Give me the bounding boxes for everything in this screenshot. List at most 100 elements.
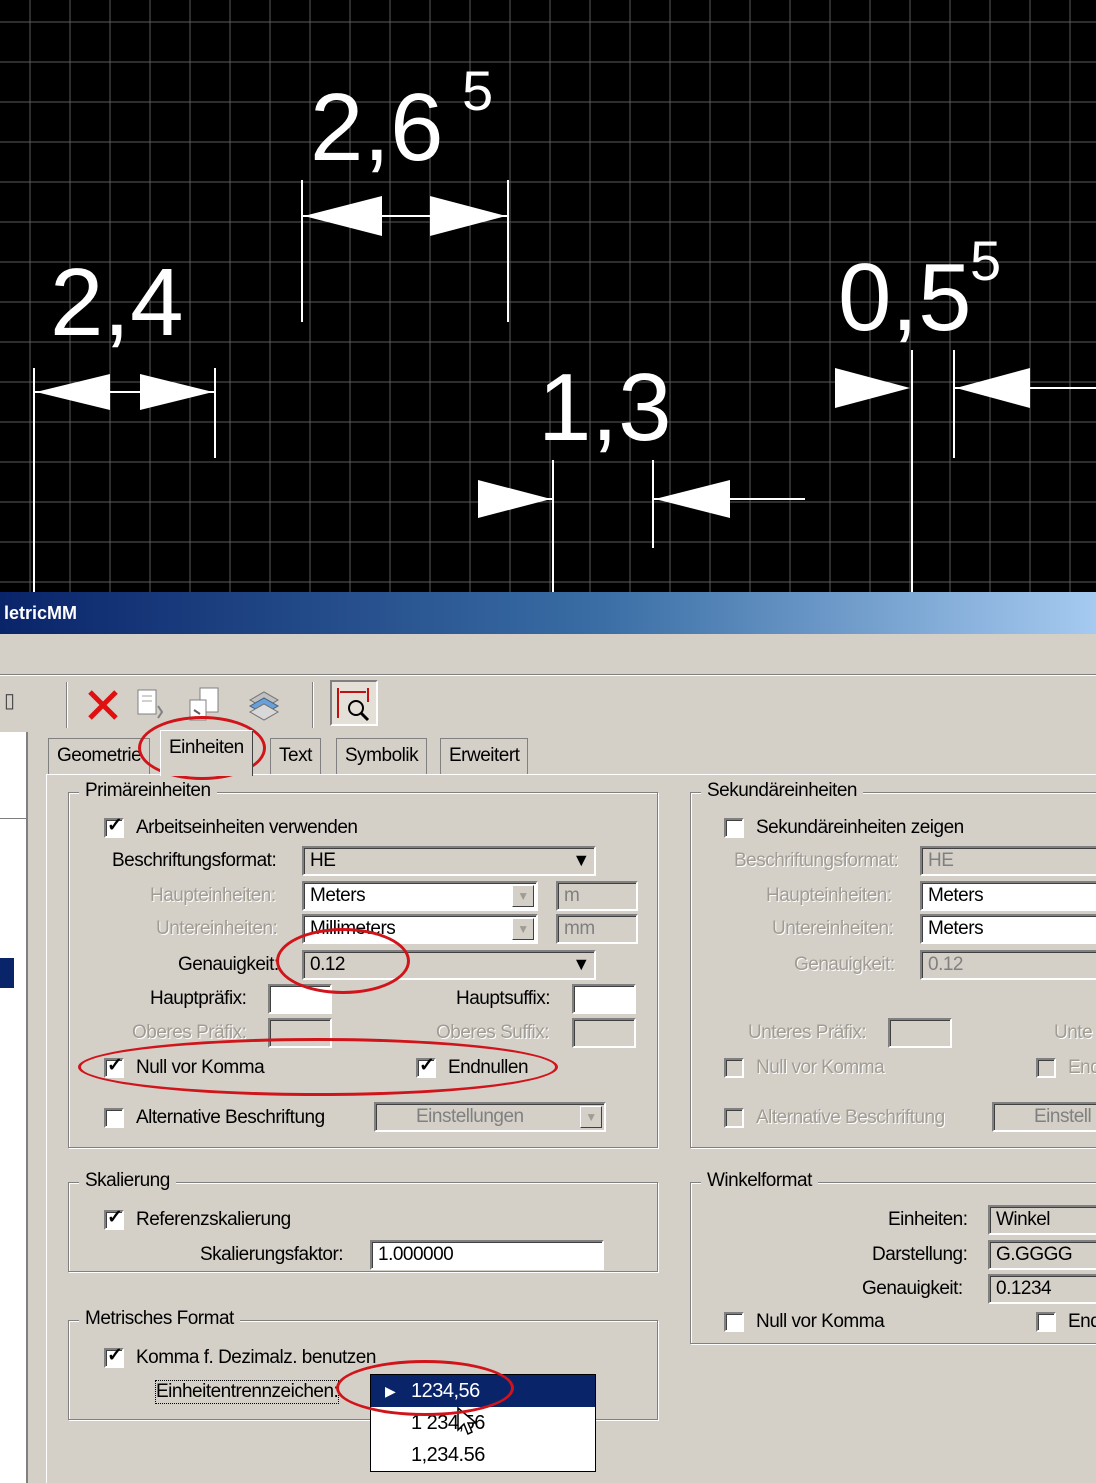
master-units-label: Haupteinheiten: [150, 885, 276, 906]
trailing-zeros-checkbox[interactable]: ✓ [416, 1055, 436, 1078]
tab-geometrie[interactable]: Geometrie [48, 738, 151, 774]
dimension-1-3-label: 1,3 [538, 354, 671, 461]
upper-suffix-label: Oberes Suffix: [436, 1022, 550, 1043]
metric-format-title: Metrisches Format [79, 1308, 240, 1330]
sec-lower-suffix-label: Unte [1054, 1022, 1093, 1043]
match-dimension-button[interactable] [330, 680, 378, 726]
ref-scaling-label: Referenzskalierung [136, 1209, 291, 1230]
ref-scaling-checkbox[interactable]: ✓ [104, 1207, 124, 1230]
sec-lower-prefix-field [888, 1018, 952, 1048]
master-units-combo[interactable]: Meters ▼ [302, 881, 538, 911]
angle-accuracy-label: Genauigkeit: [862, 1278, 963, 1299]
label-format-label: Beschriftungsformat: [112, 850, 277, 871]
sec-trailing-zeros-checkbox [1036, 1058, 1056, 1078]
tab-einheiten[interactable]: Einheiten [160, 730, 253, 776]
master-units-suffix-field: m [556, 881, 638, 911]
chevron-down-icon[interactable]: ▼ [512, 885, 534, 907]
sec-master-units-combo: Meters [920, 881, 1096, 911]
separator-option[interactable]: 1 234,56 [371, 1407, 595, 1439]
angle-units-combo[interactable]: Winkel [988, 1205, 1096, 1235]
sec-label-format-combo: HE [920, 846, 1096, 876]
separator-option[interactable]: ▶ 1234,56 [371, 1375, 595, 1407]
dimension-style-dialog: letricMM ▯ Geometrie Einheiten Text Symb… [0, 592, 1096, 1483]
toolbar-separator-2 [312, 682, 314, 728]
sec-master-units-label: Haupteinheiten: [766, 885, 892, 906]
separator-option[interactable]: 1,234.56 [371, 1439, 595, 1471]
style-list-pane[interactable] [0, 732, 28, 1483]
chevron-down-icon[interactable]: ▼ [512, 918, 534, 940]
separator-dropdown-list[interactable]: ▶ 1234,56 1 234,56 1,234.56 [370, 1374, 596, 1472]
sec-label-format-label: Beschriftungsformat: [734, 850, 899, 871]
mouse-cursor-icon [457, 1406, 476, 1436]
leading-zero-label: Null vor Komma [136, 1057, 265, 1078]
use-comma-checkbox[interactable]: ✓ [104, 1345, 124, 1368]
angle-format-title: Winkelformat [701, 1170, 818, 1192]
main-suffix-label: Hauptsuffix: [456, 988, 550, 1009]
play-arrow-icon: ▶ [385, 1383, 396, 1399]
tab-symbolik[interactable]: Symbolik [336, 738, 428, 774]
use-comma-label: Komma f. Dezimalz. benutzen [136, 1347, 376, 1368]
sub-units-combo[interactable]: Millimeters ▼ [302, 914, 538, 944]
sec-settings-combo: Einstell [992, 1102, 1096, 1132]
show-secondary-checkbox[interactable] [724, 818, 744, 838]
main-prefix-field[interactable] [268, 984, 332, 1014]
sec-trailing-zeros-label: End [1068, 1057, 1096, 1078]
leading-zero-checkbox[interactable]: ✓ [104, 1055, 124, 1078]
sec-alt-label-label: Alternative Beschriftung [756, 1107, 945, 1128]
main-suffix-field[interactable] [572, 984, 636, 1014]
primary-units-title: Primäreinheiten [79, 780, 217, 802]
list-divider [0, 818, 28, 819]
angle-trailing-zeros-label: End [1068, 1311, 1096, 1332]
sec-leading-zero-label: Null vor Komma [756, 1057, 885, 1078]
dialog-title-bar[interactable]: letricMM [0, 592, 1096, 634]
chevron-down-icon[interactable]: ▼ [570, 954, 592, 976]
chevron-down-icon[interactable]: ▼ [570, 850, 592, 872]
separator-label: Einheitentrennzeichen: [154, 1380, 340, 1404]
cad-drawing-area[interactable]: 2,4 2,6 5 1,3 0,5 5 [0, 0, 1096, 592]
dimension-2-6-label: 2,6 [310, 74, 443, 181]
alt-label-checkbox[interactable] [104, 1108, 124, 1128]
dimension-2-6-5[interactable]: 2,6 5 [301, 59, 509, 322]
angle-display-label: Darstellung: [872, 1244, 968, 1265]
main-prefix-label: Hauptpräfix: [150, 988, 247, 1009]
dimension-2-4[interactable]: 2,4 [33, 249, 216, 592]
chevron-down-icon: ▼ [580, 1106, 602, 1128]
angle-display-combo[interactable]: G.GGGG [988, 1240, 1096, 1270]
delete-icon[interactable] [84, 686, 122, 724]
dimension-0-5-superscript: 5 [970, 229, 1001, 292]
upper-prefix-label: Oberes Präfix: [132, 1022, 247, 1043]
show-secondary-label: Sekundäreinheiten zeigen [756, 817, 964, 838]
toolbar-separator [66, 682, 68, 728]
settings-combo: Einstellungen ▼ [374, 1102, 606, 1132]
use-working-units-label: Arbeitseinheiten verwenden [136, 817, 358, 838]
label-format-combo[interactable]: HE ▼ [302, 846, 596, 876]
use-working-units-checkbox[interactable]: ✓ [104, 815, 124, 838]
match-dimension-icon [337, 688, 370, 722]
trailing-zeros-label: Endnullen [448, 1057, 529, 1078]
accuracy-combo[interactable]: 0.12 ▼ [302, 950, 596, 980]
angle-units-label: Einheiten: [888, 1209, 968, 1230]
angle-accuracy-combo[interactable]: 0.1234 [988, 1274, 1096, 1304]
tab-erweitert[interactable]: Erweitert [440, 738, 529, 774]
left-document-icon[interactable]: ▯ [4, 688, 15, 713]
selected-style-item[interactable] [0, 958, 14, 988]
angle-trailing-zeros-checkbox[interactable] [1036, 1312, 1056, 1332]
dimension-2-6-superscript: 5 [462, 59, 493, 122]
paste-style-icon[interactable] [186, 686, 224, 724]
tab-text[interactable]: Text [270, 738, 321, 774]
sec-alt-label-checkbox [724, 1108, 744, 1128]
cad-canvas[interactable]: 2,4 2,6 5 1,3 0,5 5 [0, 0, 1096, 592]
menu-separator [0, 674, 1096, 676]
dialog-title: letricMM [4, 603, 78, 623]
scaling-factor-field[interactable]: 1.000000 [370, 1240, 604, 1270]
angle-leading-zero-checkbox[interactable] [724, 1312, 744, 1332]
upper-prefix-field [268, 1018, 332, 1048]
sub-units-suffix-field: mm [556, 914, 638, 944]
sec-sub-units-combo: Meters [920, 914, 1096, 944]
style-stack-icon[interactable] [244, 686, 282, 724]
copy-style-icon[interactable] [132, 686, 170, 724]
dimension-1-3[interactable]: 1,3 [478, 354, 805, 592]
alt-label-label: Alternative Beschriftung [136, 1107, 325, 1128]
scaling-factor-label: Skalierungsfaktor: [200, 1244, 344, 1265]
dimension-0-5-5[interactable]: 0,5 5 [835, 229, 1096, 592]
